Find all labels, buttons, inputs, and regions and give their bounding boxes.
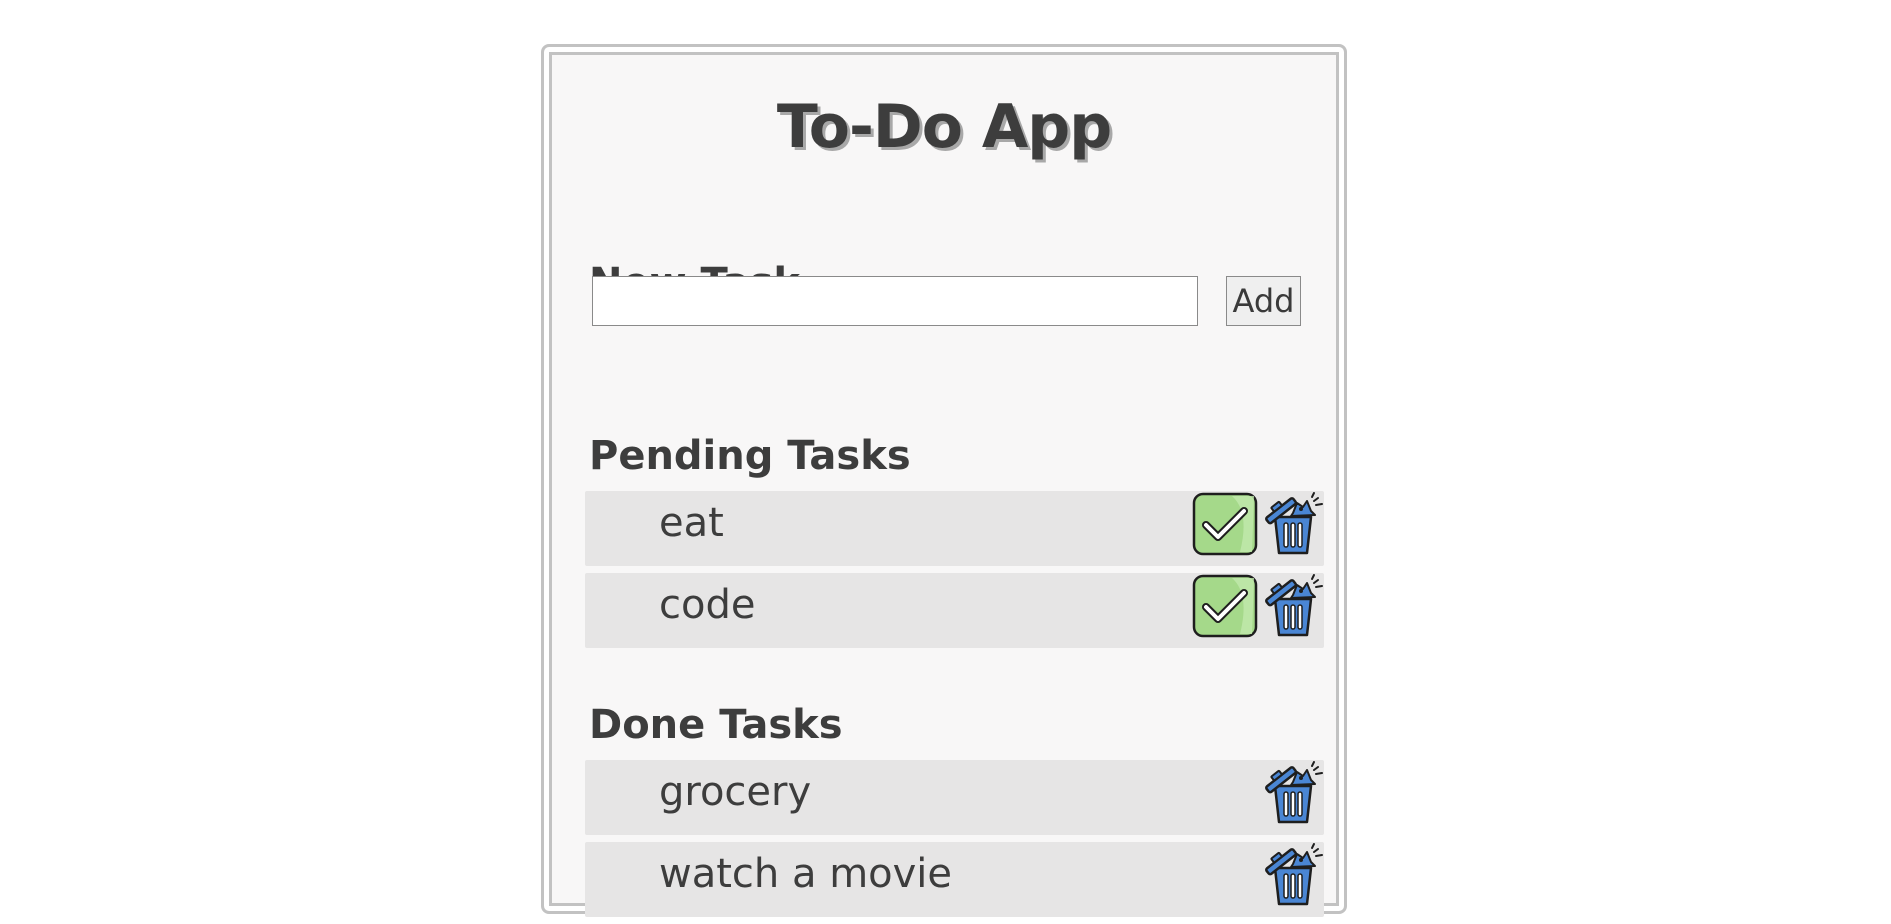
delete-task-button[interactable] <box>1261 760 1325 826</box>
task-label: grocery <box>659 769 812 815</box>
trash-icon <box>1265 574 1323 637</box>
pending-task-list: eat code <box>585 491 1324 655</box>
trash-icon <box>1265 492 1323 555</box>
mark-done-button[interactable] <box>1192 574 1258 638</box>
delete-task-button[interactable] <box>1261 842 1325 908</box>
done-task-row: grocery <box>585 760 1324 835</box>
pending-task-row: eat <box>585 491 1324 566</box>
mark-done-button[interactable] <box>1192 492 1258 556</box>
done-task-row: watch a movie <box>585 842 1324 917</box>
check-icon <box>1192 492 1258 556</box>
trash-icon <box>1265 843 1323 906</box>
delete-task-button[interactable] <box>1261 573 1325 639</box>
delete-task-button[interactable] <box>1261 491 1325 557</box>
done-task-list: grocery watch a movie <box>585 760 1324 924</box>
app-container: To-Do App New Task Add Pending Tasks eat <box>541 44 1347 917</box>
app-title: To-Do App <box>776 92 1112 162</box>
task-label: code <box>659 582 756 628</box>
pending-tasks-heading: Pending Tasks <box>589 433 911 479</box>
task-label: watch a movie <box>659 851 953 897</box>
app-panel: To-Do App New Task Add Pending Tasks eat <box>549 52 1339 917</box>
task-label: eat <box>659 500 724 546</box>
new-task-input[interactable] <box>592 276 1198 326</box>
trash-icon <box>1265 761 1323 824</box>
done-tasks-heading: Done Tasks <box>589 702 843 748</box>
pending-task-row: code <box>585 573 1324 648</box>
check-icon <box>1192 574 1258 638</box>
add-task-button[interactable]: Add <box>1226 276 1301 326</box>
